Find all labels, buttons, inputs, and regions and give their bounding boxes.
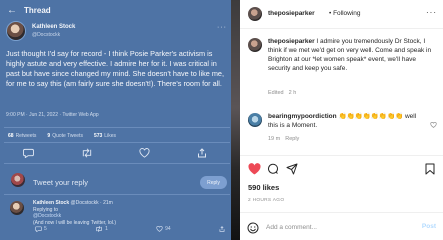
following-status[interactable]: • Following bbox=[329, 10, 361, 17]
retweet-count[interactable]: 68 Retweets bbox=[8, 133, 36, 139]
like-count[interactable]: 573 Likes bbox=[94, 133, 116, 139]
retweet-icon bbox=[96, 226, 102, 232]
share-icon[interactable] bbox=[285, 162, 299, 176]
comment-meta: Edited 2 h bbox=[268, 90, 296, 96]
tweet-timestamp[interactable]: 9:00 PM · Jun 21, 2022 · Twitter Web App bbox=[6, 112, 99, 118]
tweet-author[interactable]: Kathleen Stock @Docstockk bbox=[6, 20, 75, 42]
reply-author-handle[interactable]: @Docstockk bbox=[71, 200, 99, 206]
replying-to-link[interactable]: @Docstockk bbox=[33, 213, 61, 219]
comment-username[interactable]: theposieparker bbox=[268, 38, 315, 45]
heart-icon[interactable] bbox=[137, 147, 151, 159]
reply-author-name[interactable]: Kathleen Stock bbox=[33, 200, 69, 206]
tweet-text: Just thought I'd say for record - I thin… bbox=[6, 49, 224, 88]
comment-time[interactable]: 19 m bbox=[268, 136, 280, 142]
avatar[interactable] bbox=[6, 21, 26, 41]
avatar[interactable] bbox=[10, 201, 24, 215]
avatar[interactable] bbox=[248, 7, 262, 21]
post-actions bbox=[247, 162, 437, 176]
like-count[interactable]: 590 likes bbox=[248, 183, 279, 192]
tweet-stats: 68 Retweets 9 Quote Tweets 573 Likes bbox=[8, 133, 116, 139]
share-icon bbox=[219, 226, 225, 232]
instagram-post-panel: theposieparker • Following ··· theposiep… bbox=[240, 0, 443, 240]
author-name[interactable]: Kathleen Stock bbox=[32, 23, 75, 31]
caption-comment: theposieparker I admire you tremendously… bbox=[268, 37, 438, 73]
quote-tweet-count[interactable]: 9 Quote Tweets bbox=[47, 133, 83, 139]
heart-icon bbox=[156, 226, 163, 232]
reply-icon[interactable] bbox=[22, 147, 36, 159]
photo-strip bbox=[231, 0, 240, 240]
post-username[interactable]: theposieparker bbox=[268, 10, 315, 17]
author-handle[interactable]: @Docstockk bbox=[32, 31, 75, 39]
reply-retweet-button[interactable]: 1 bbox=[95, 226, 108, 232]
share-icon[interactable] bbox=[195, 147, 209, 159]
heart-icon[interactable] bbox=[247, 162, 261, 176]
reply-time: · 21m bbox=[100, 200, 113, 206]
divider bbox=[4, 163, 230, 164]
divider bbox=[4, 142, 230, 143]
divider bbox=[4, 127, 230, 128]
comment-meta: 19 m Reply bbox=[268, 136, 299, 142]
divider bbox=[4, 194, 230, 195]
twitter-thread-panel: ← Thread Kathleen Stock @Docstockk ··· J… bbox=[0, 0, 231, 240]
comment-icon[interactable] bbox=[266, 162, 280, 176]
comment-username[interactable]: bearingmypoordiction bbox=[268, 113, 337, 120]
comment-time[interactable]: 2 h bbox=[289, 90, 297, 96]
post-comment-button[interactable]: Post bbox=[422, 223, 436, 230]
comment-heart-icon[interactable] bbox=[430, 115, 437, 133]
more-options-icon[interactable]: ··· bbox=[217, 24, 227, 31]
reply-button[interactable]: Reply bbox=[200, 176, 227, 189]
post-date: 2 HOURS AGO bbox=[248, 198, 285, 203]
divider bbox=[240, 155, 443, 156]
comment-reply-link[interactable]: Reply bbox=[285, 136, 299, 142]
post-header: theposieparker • Following ··· bbox=[240, 0, 443, 29]
reply-tweet[interactable]: Kathleen Stock @Docstockk · 21m Replying… bbox=[33, 200, 116, 226]
avatar[interactable] bbox=[248, 38, 262, 52]
more-options-icon[interactable]: ··· bbox=[426, 8, 437, 17]
comment: bearingmypoordiction 👏👏👏👏👏👏👏👏 well this … bbox=[268, 112, 418, 130]
edited-label: Edited bbox=[268, 90, 284, 96]
tweet-actions bbox=[0, 145, 231, 161]
bookmark-icon[interactable] bbox=[423, 162, 437, 176]
avatar[interactable] bbox=[11, 173, 25, 187]
reply-like-button[interactable]: 94 bbox=[156, 226, 171, 232]
comment-input[interactable] bbox=[266, 221, 406, 233]
back-arrow-icon[interactable]: ← bbox=[6, 5, 18, 16]
emoji-icon[interactable] bbox=[247, 221, 259, 239]
reply-input[interactable]: Tweet your reply bbox=[33, 178, 88, 187]
reply-actions: 5 1 94 bbox=[35, 226, 225, 232]
avatar[interactable] bbox=[248, 113, 262, 127]
comment-bar: Post bbox=[240, 212, 443, 240]
reply-share-button[interactable] bbox=[219, 226, 225, 232]
retweet-icon[interactable] bbox=[80, 147, 94, 159]
replying-to-label: Replying to bbox=[33, 206, 59, 213]
twitter-header: ← Thread bbox=[6, 3, 51, 17]
reply-reply-button[interactable]: 5 bbox=[35, 226, 47, 232]
reply-icon bbox=[35, 226, 42, 232]
page-title: Thread bbox=[24, 5, 51, 15]
